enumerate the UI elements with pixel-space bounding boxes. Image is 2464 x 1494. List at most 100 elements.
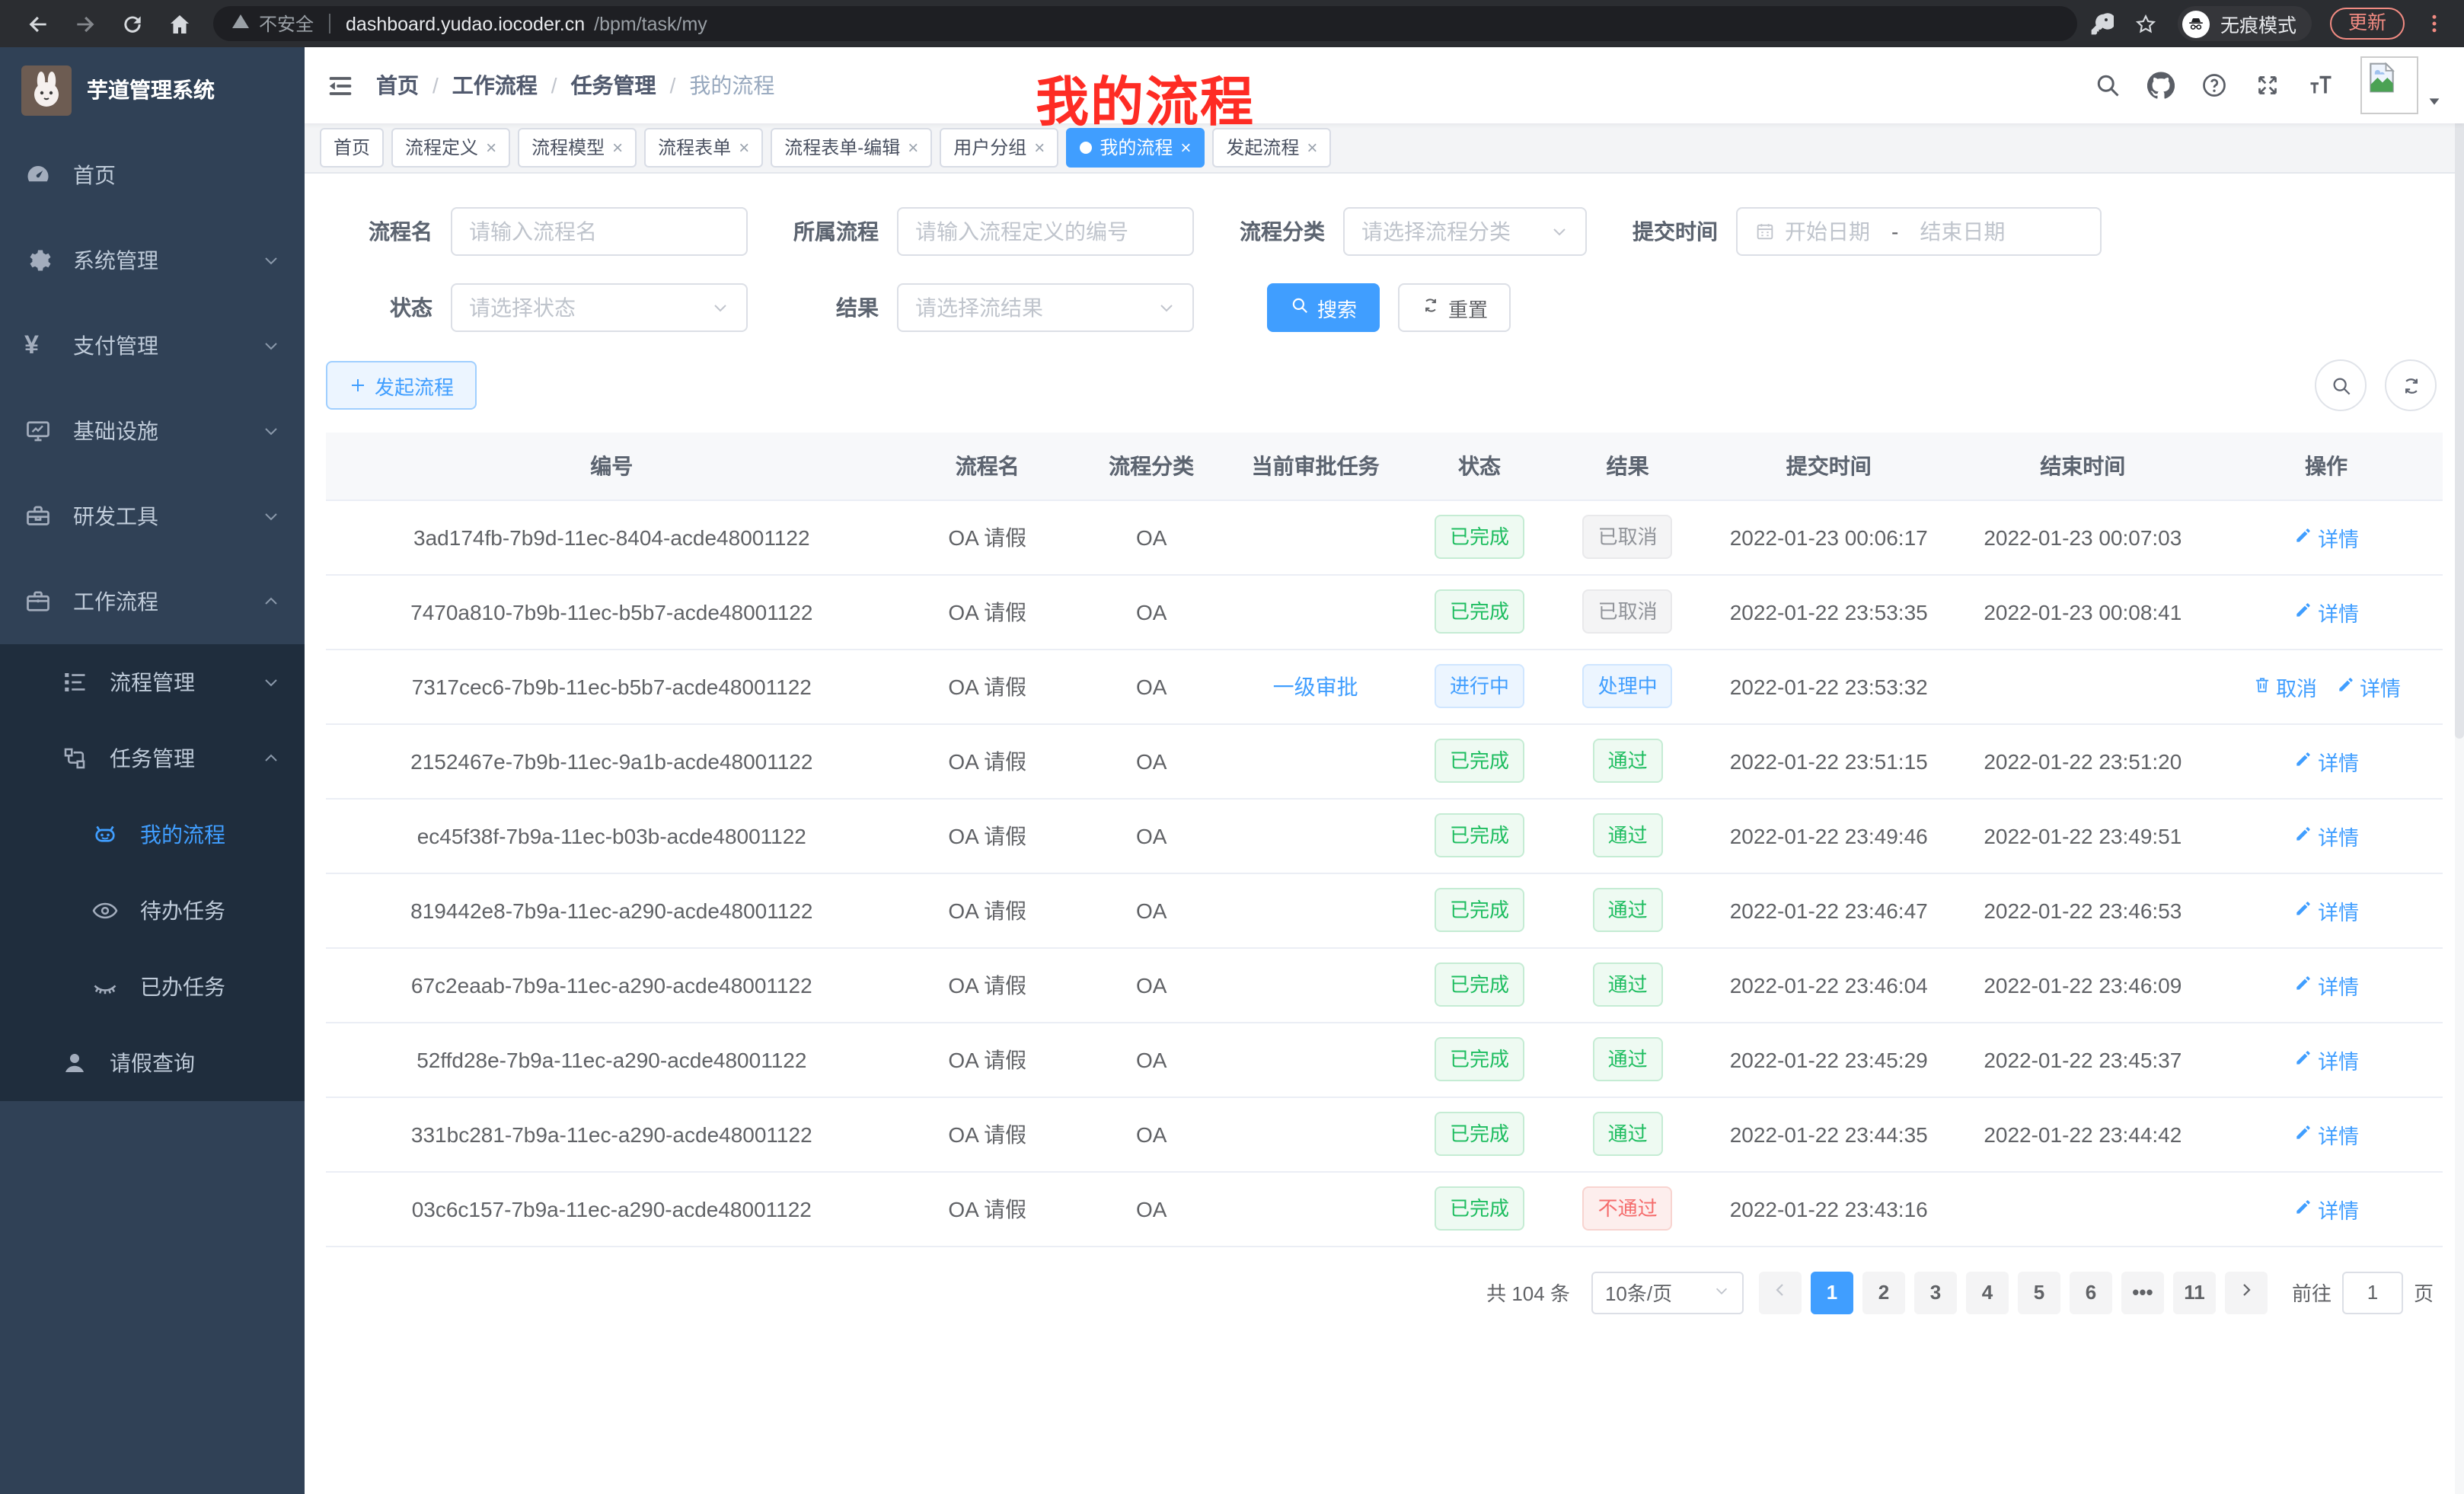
goto-page-input[interactable]: 1 [2342, 1271, 2403, 1314]
back-icon[interactable] [24, 11, 50, 37]
sidebar-item-工作流程[interactable]: 工作流程 [0, 559, 305, 644]
status-badge: 已完成 [1435, 739, 1524, 783]
close-icon[interactable]: × [1034, 139, 1045, 157]
tab-流程定义[interactable]: 流程定义× [391, 128, 510, 168]
toggle-search-button[interactable] [2315, 359, 2367, 411]
home-icon[interactable] [166, 11, 192, 37]
action-详情[interactable]: 详情 [2293, 522, 2359, 552]
tab-流程表单-编辑[interactable]: 流程表单-编辑× [771, 128, 932, 168]
sidebar-item-研发工具[interactable]: 研发工具 [0, 474, 305, 559]
action-详情[interactable]: 详情 [2293, 1044, 2359, 1074]
action-详情[interactable]: 详情 [2293, 1119, 2359, 1149]
action-详情[interactable]: 详情 [2293, 820, 2359, 851]
sidebar-item-已办任务[interactable]: 已办任务 [0, 949, 305, 1025]
filter-daterange[interactable]: 开始日期-结束日期 [1736, 207, 2102, 256]
reload-icon[interactable] [119, 11, 145, 37]
scrollbar-thumb[interactable] [2455, 94, 2464, 738]
magnifier-icon [2329, 374, 2352, 397]
breadcrumb-item[interactable]: 首页 [376, 70, 419, 101]
cell-name: OA 请假 [898, 723, 1077, 798]
cell-name: OA 请假 [898, 1022, 1077, 1097]
sidebar-item-支付管理[interactable]: ¥支付管理 [0, 303, 305, 388]
page-button-3[interactable]: 3 [1914, 1271, 1957, 1314]
filter-select-流程分类[interactable]: 请选择流程分类 [1343, 207, 1587, 256]
page-button-5[interactable]: 5 [2018, 1271, 2060, 1314]
app-logo[interactable]: 芋道管理系统 [0, 47, 305, 132]
close-icon[interactable]: × [1307, 139, 1317, 157]
filter-select-状态[interactable]: 请选择状态 [451, 283, 748, 332]
filter-group-流程名: 流程名请输入流程名 [344, 207, 748, 256]
sidebar-item-请假查询[interactable]: 请假查询 [0, 1025, 305, 1101]
bookmark-star-icon[interactable] [2134, 11, 2159, 37]
close-icon[interactable]: × [612, 139, 623, 157]
action-详情[interactable]: 详情 [2293, 745, 2359, 776]
close-icon[interactable]: × [908, 139, 918, 157]
tab-流程表单[interactable]: 流程表单× [644, 128, 763, 168]
search-button[interactable]: 搜索 [1267, 283, 1380, 332]
page-size-select[interactable]: 10条/页 [1591, 1271, 1744, 1314]
action-详情[interactable]: 详情 [2293, 969, 2359, 1000]
action-详情[interactable]: 详情 [2335, 671, 2401, 701]
tab-首页[interactable]: 首页 [320, 128, 384, 168]
action-详情[interactable]: 详情 [2293, 895, 2359, 925]
filter-select-结果[interactable]: 请选择流结果 [897, 283, 1194, 332]
sidebar-item-流程管理[interactable]: 流程管理 [0, 644, 305, 720]
key-icon[interactable] [2089, 11, 2115, 37]
close-icon[interactable]: × [486, 139, 496, 157]
browser-menu-icon[interactable] [2423, 12, 2446, 35]
filter-input-流程名[interactable]: 请输入流程名 [451, 207, 748, 256]
user-menu[interactable] [2360, 56, 2443, 114]
search-label: 搜索 [1317, 293, 1357, 322]
address-bar[interactable]: 不安全 dashboard.yudao.iocoder.cn/bpm/task/… [213, 6, 2077, 41]
cell-name: OA 请假 [898, 1097, 1077, 1171]
cell-result: 处理中 [1553, 649, 1702, 723]
sidebar-item-我的流程[interactable]: 我的流程 [0, 796, 305, 873]
sidebar-item-待办任务[interactable]: 待办任务 [0, 873, 305, 949]
task-link[interactable]: 一级审批 [1273, 674, 1358, 698]
prev-page-button[interactable] [1759, 1271, 1802, 1314]
close-icon[interactable]: × [739, 139, 749, 157]
reset-button[interactable]: 重置 [1398, 283, 1511, 332]
github-icon[interactable] [2147, 72, 2175, 99]
filter-group-结果: 结果请选择流结果 [790, 283, 1194, 332]
reset-label: 重置 [1448, 293, 1488, 322]
status-badge: 已完成 [1435, 962, 1524, 1007]
close-icon[interactable]: × [1180, 139, 1191, 157]
cell-result: 已取消 [1553, 500, 1702, 574]
tab-流程模型[interactable]: 流程模型× [518, 128, 637, 168]
sidebar-item-基础设施[interactable]: 基础设施 [0, 388, 305, 474]
edit-icon [2335, 674, 2355, 698]
page-button-•••[interactable]: ••• [2121, 1271, 2164, 1314]
breadcrumb-item[interactable]: 工作流程 [452, 70, 538, 101]
filter-row: 状态请选择状态结果请选择流结果搜索重置 [344, 283, 2443, 332]
action-详情[interactable]: 详情 [2293, 596, 2359, 627]
update-button[interactable]: 更新 [2330, 8, 2405, 40]
page-button-6[interactable]: 6 [2070, 1271, 2112, 1314]
forward-icon[interactable] [72, 11, 97, 37]
cell-category: OA [1077, 1171, 1226, 1246]
create-process-button[interactable]: 发起流程 [326, 361, 477, 410]
action-详情[interactable]: 详情 [2293, 1193, 2359, 1224]
filter-input-所属流程[interactable]: 请输入流程定义的编号 [897, 207, 1194, 256]
sidebar-item-label: 工作流程 [73, 586, 241, 617]
page-button-1[interactable]: 1 [1811, 1271, 1853, 1314]
scrollbar[interactable] [2455, 94, 2464, 1494]
sidebar-item-任务管理[interactable]: 任务管理 [0, 720, 305, 796]
search-icon[interactable] [2094, 72, 2121, 99]
help-icon[interactable] [2201, 72, 2228, 99]
text-size-icon[interactable] [2307, 72, 2335, 99]
page-button-11[interactable]: 11 [2173, 1271, 2216, 1314]
hamburger-icon[interactable] [326, 71, 355, 100]
sidebar-item-系统管理[interactable]: 系统管理 [0, 218, 305, 303]
chevron-up-icon [262, 749, 280, 768]
action-取消[interactable]: 取消 [2252, 671, 2317, 701]
sidebar-item-首页[interactable]: 首页 [0, 132, 305, 218]
fullscreen-icon[interactable] [2254, 72, 2281, 99]
refresh-table-button[interactable] [2385, 359, 2437, 411]
page-button-4[interactable]: 4 [1966, 1271, 2009, 1314]
next-page-button[interactable] [2225, 1271, 2268, 1314]
sidebar-submenu: 流程管理任务管理我的流程待办任务已办任务请假查询 [0, 644, 305, 1101]
page-button-2[interactable]: 2 [1862, 1271, 1905, 1314]
cell-end-time: 2022-01-23 00:08:41 [1956, 574, 2210, 649]
breadcrumb-item[interactable]: 任务管理 [571, 70, 656, 101]
